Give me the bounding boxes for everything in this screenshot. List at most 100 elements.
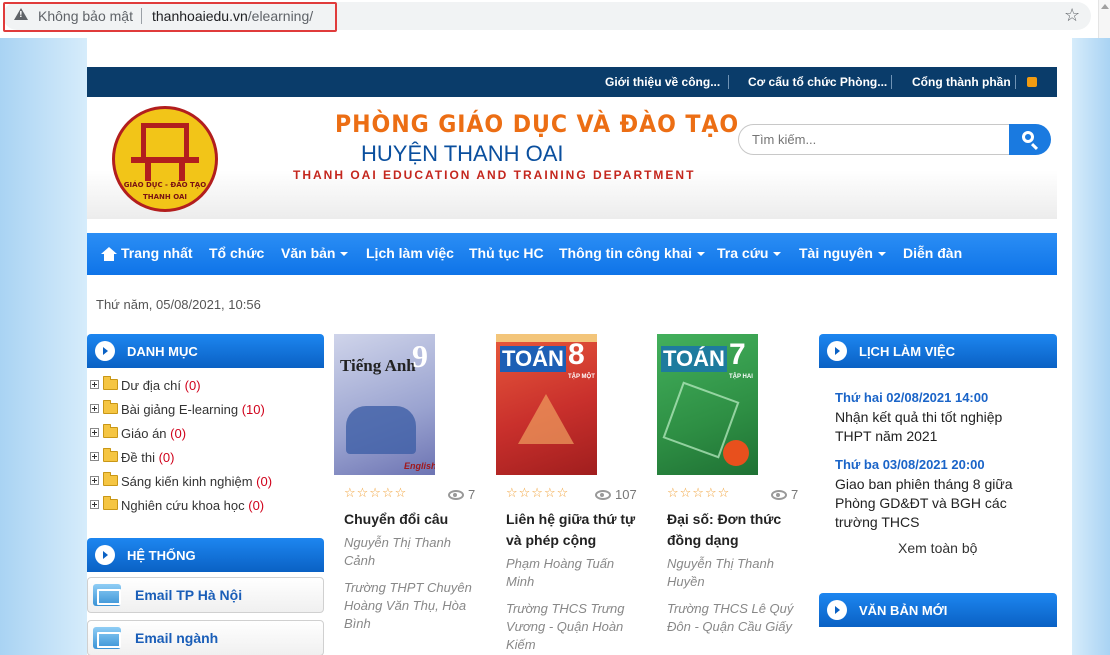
mail-icon	[93, 584, 121, 606]
nav-item-lookup[interactable]: Tra cứu	[717, 245, 782, 261]
view-count: 7	[771, 487, 798, 502]
chevron-down-icon	[773, 252, 782, 257]
nav-item-home[interactable]: Trang nhất	[121, 245, 193, 261]
rating-stars[interactable]: ☆☆☆☆☆	[667, 486, 730, 501]
folder-icon	[103, 400, 118, 414]
book-title[interactable]: Liên hệ giữa thứ tự và phép cộng	[506, 509, 646, 551]
nav-label: Văn bản	[281, 245, 336, 261]
home-icon[interactable]	[101, 247, 117, 261]
nav-label: Tài nguyên	[799, 245, 873, 261]
toplink-about[interactable]: Giới thiệu về công...	[605, 75, 720, 89]
top-separator	[1015, 75, 1016, 89]
see-all-link[interactable]: Xem toàn bộ	[898, 540, 977, 556]
expand-icon[interactable]	[90, 428, 99, 437]
folder-icon	[103, 448, 118, 462]
header-title-district: HUYỆN THANH OAI	[361, 141, 564, 166]
email-nganh-link[interactable]: Email ngành	[87, 620, 324, 655]
book-cover[interactable]: TOÁN 7 TẬP HAI	[657, 334, 758, 475]
nav-item-public-info[interactable]: Thông tin công khai	[559, 245, 705, 261]
header-title-english: THANH OAI EDUCATION AND TRAINING DEPARTM…	[293, 168, 696, 182]
nav-item-documents[interactable]: Văn bản	[281, 245, 349, 261]
nav-item-resources[interactable]: Tài nguyên	[799, 245, 886, 261]
eye-icon	[595, 490, 611, 500]
logo-text-line1: GIÁO DỤC - ĐÀO TẠO	[123, 181, 207, 189]
play-icon	[95, 545, 115, 565]
site-logo[interactable]: GIÁO DỤC - ĐÀO TẠO THANH OAI	[112, 106, 218, 212]
book-author: Phạm Hoàng Tuấn Minh	[506, 556, 615, 589]
cover-badge	[723, 440, 749, 466]
expand-icon[interactable]	[90, 404, 99, 413]
book-cover[interactable]: Tiếng Anh 9 English	[334, 334, 435, 475]
folder-icon	[103, 496, 118, 510]
rating-stars[interactable]: ☆☆☆☆☆	[506, 486, 569, 501]
nav-item-schedule[interactable]: Lịch làm việc	[366, 245, 454, 261]
search-button[interactable]	[1009, 124, 1051, 155]
warning-icon[interactable]	[14, 8, 28, 20]
eye-icon	[448, 490, 464, 500]
chevron-down-icon	[877, 252, 886, 257]
book-title[interactable]: Đại số: Đơn thức đồng dạng	[667, 509, 797, 551]
bookmark-star-icon[interactable]: ☆	[1064, 5, 1080, 26]
scrollbar[interactable]	[1098, 0, 1110, 38]
expand-icon[interactable]	[90, 500, 99, 509]
toplink-structure[interactable]: Cơ cấu tổ chức Phòng...	[748, 75, 887, 89]
logo-pillar-shape	[179, 163, 185, 181]
nav-label: Thông tin công khai	[559, 245, 692, 261]
play-icon	[827, 341, 847, 361]
browser-toolbar: Không bảo mật thanhoaiedu.vn/elearning/ …	[0, 0, 1110, 38]
logo-text-line2: THANH OAI	[143, 193, 187, 201]
chevron-down-icon	[697, 252, 705, 257]
top-separator	[728, 75, 729, 89]
url-text[interactable]: thanhoaiedu.vn/elearning/	[152, 8, 313, 24]
folder-icon	[103, 472, 118, 486]
nav-label: Tra cứu	[717, 245, 769, 261]
chevron-down-icon	[340, 252, 349, 257]
panel-title: VĂN BẢN MỚI	[859, 603, 948, 618]
book-school: Trường THPT Chuyên Hoàng Văn Thụ, Hòa Bì…	[344, 580, 472, 631]
cover-illustration	[518, 394, 574, 444]
book-cover[interactable]: TOÁN 8 TẬP MỘT	[496, 334, 597, 475]
header-title-department: PHÒNG GIÁO DỤC VÀ ĐÀO TẠO	[335, 110, 740, 138]
cover-illustration	[346, 406, 416, 454]
email-hanoi-link[interactable]: Email TP Hà Nội	[87, 577, 324, 613]
expand-icon[interactable]	[90, 380, 99, 389]
expand-icon[interactable]	[90, 452, 99, 461]
url-path: /elearning/	[247, 8, 314, 24]
logo-pillar-shape	[145, 163, 151, 181]
top-separator	[891, 75, 892, 89]
panel-title: HỆ THỐNG	[127, 548, 196, 563]
book-author: Nguyễn Thị Thanh Cảnh	[344, 535, 451, 568]
nav-item-forum[interactable]: Diễn đàn	[903, 245, 962, 261]
schedule-date[interactable]: Thứ ba 03/08/2021 20:00	[835, 457, 985, 472]
nav-item-organization[interactable]: Tổ chức	[209, 245, 264, 261]
rating-stars[interactable]: ☆☆☆☆☆	[344, 486, 407, 501]
panel-title: DANH MỤC	[127, 344, 198, 359]
book-author: Nguyễn Thị Thanh Huyền	[667, 556, 774, 589]
expand-icon[interactable]	[90, 476, 99, 485]
toplink-portal[interactable]: Cổng thành phần	[912, 75, 1011, 89]
danhmuc-panel-header: DANH MỤC	[87, 334, 324, 368]
eye-icon	[771, 490, 787, 500]
schedule-date[interactable]: Thứ hai 02/08/2021 14:00	[835, 390, 988, 405]
book-title[interactable]: Chuyển đổi câu	[344, 509, 474, 530]
schedule-text: Nhận kết quả thi tốt nghiệp THPT năm 202…	[835, 409, 1003, 444]
search-icon-handle	[1030, 142, 1039, 151]
search-input[interactable]	[738, 124, 1010, 155]
lich-panel-header: LỊCH LÀM VIỆC	[819, 334, 1057, 368]
book-school: Trường THCS Lê Quý Đôn - Quận Cầu Giấy	[667, 601, 794, 634]
view-count: 107	[595, 487, 637, 502]
url-host: thanhoaiedu.vn	[152, 8, 248, 24]
vanban-panel-header: VĂN BẢN MỚI	[819, 593, 1057, 627]
play-icon	[95, 341, 115, 361]
schedule-text: Giao ban phiên tháng 8 giữa Phòng GD&ĐT …	[835, 476, 1013, 530]
folder-icon	[103, 376, 118, 390]
rss-icon[interactable]	[1027, 77, 1037, 87]
folder-icon	[103, 424, 118, 438]
logo-roof-shape	[141, 123, 189, 159]
nav-item-procedures[interactable]: Thủ tục HC	[469, 245, 544, 261]
current-datetime: Thứ năm, 05/08/2021, 10:56	[96, 297, 261, 312]
mail-icon	[93, 627, 121, 649]
not-secure-label[interactable]: Không bảo mật	[38, 8, 133, 24]
panel-title: LỊCH LÀM VIỆC	[859, 344, 956, 359]
address-separator	[141, 8, 142, 24]
